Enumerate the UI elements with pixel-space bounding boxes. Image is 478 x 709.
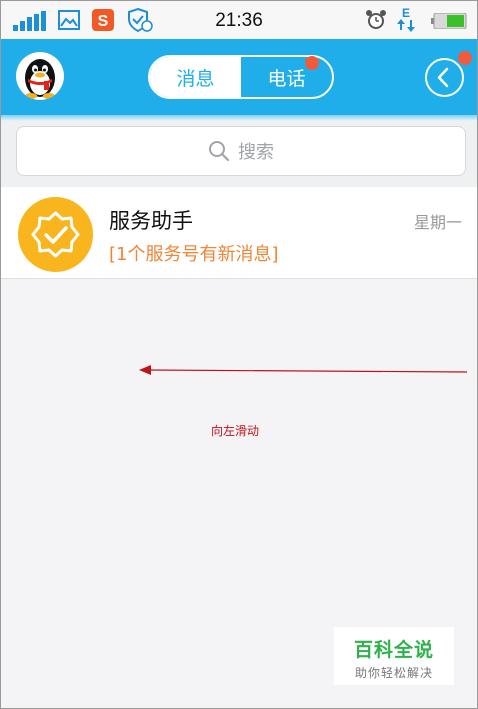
phone-screen: S 21:36 E 消息 电话 搜索 服务助手 [1个服务号有新消息] 星期一 …: [0, 0, 478, 709]
conversation-time: 星期一: [413, 213, 462, 232]
search-area: 搜索: [1, 121, 477, 187]
tab-messages[interactable]: 消息: [150, 57, 241, 97]
conversation-preview: [1个服务号有新消息]: [109, 244, 279, 265]
qq-penguin-icon: [25, 59, 55, 99]
search-placeholder: 搜索: [238, 142, 274, 163]
status-bar: S 21:36 E: [1, 1, 477, 39]
svg-text:E: E: [402, 6, 410, 20]
chevron-left-icon: [437, 67, 449, 88]
user-avatar[interactable]: [16, 52, 64, 100]
back-button[interactable]: [425, 58, 464, 97]
search-input[interactable]: 搜索: [16, 126, 466, 176]
service-badge-icon: [18, 197, 93, 272]
alarm-icon: [364, 8, 388, 36]
calls-badge-dot: [305, 56, 319, 70]
data-e-icon: E: [396, 5, 416, 37]
search-icon: [209, 141, 230, 162]
back-badge-dot: [458, 51, 472, 65]
watermark-subtitle: 助你轻松解决: [354, 666, 433, 680]
conversation-title: 服务助手: [109, 209, 193, 233]
conversation-item-service-assistant[interactable]: 服务助手 [1个服务号有新消息] 星期一: [1, 187, 477, 279]
swipe-left-arrow: [139, 365, 468, 375]
swipe-instruction-label: 向左滑动: [211, 424, 260, 438]
battery-icon: [431, 12, 467, 33]
watermark-logo: 百科全说 助你轻松解决: [334, 627, 454, 685]
title-bar: 消息 电话: [1, 39, 477, 115]
watermark-title: 百科全说: [353, 639, 434, 661]
